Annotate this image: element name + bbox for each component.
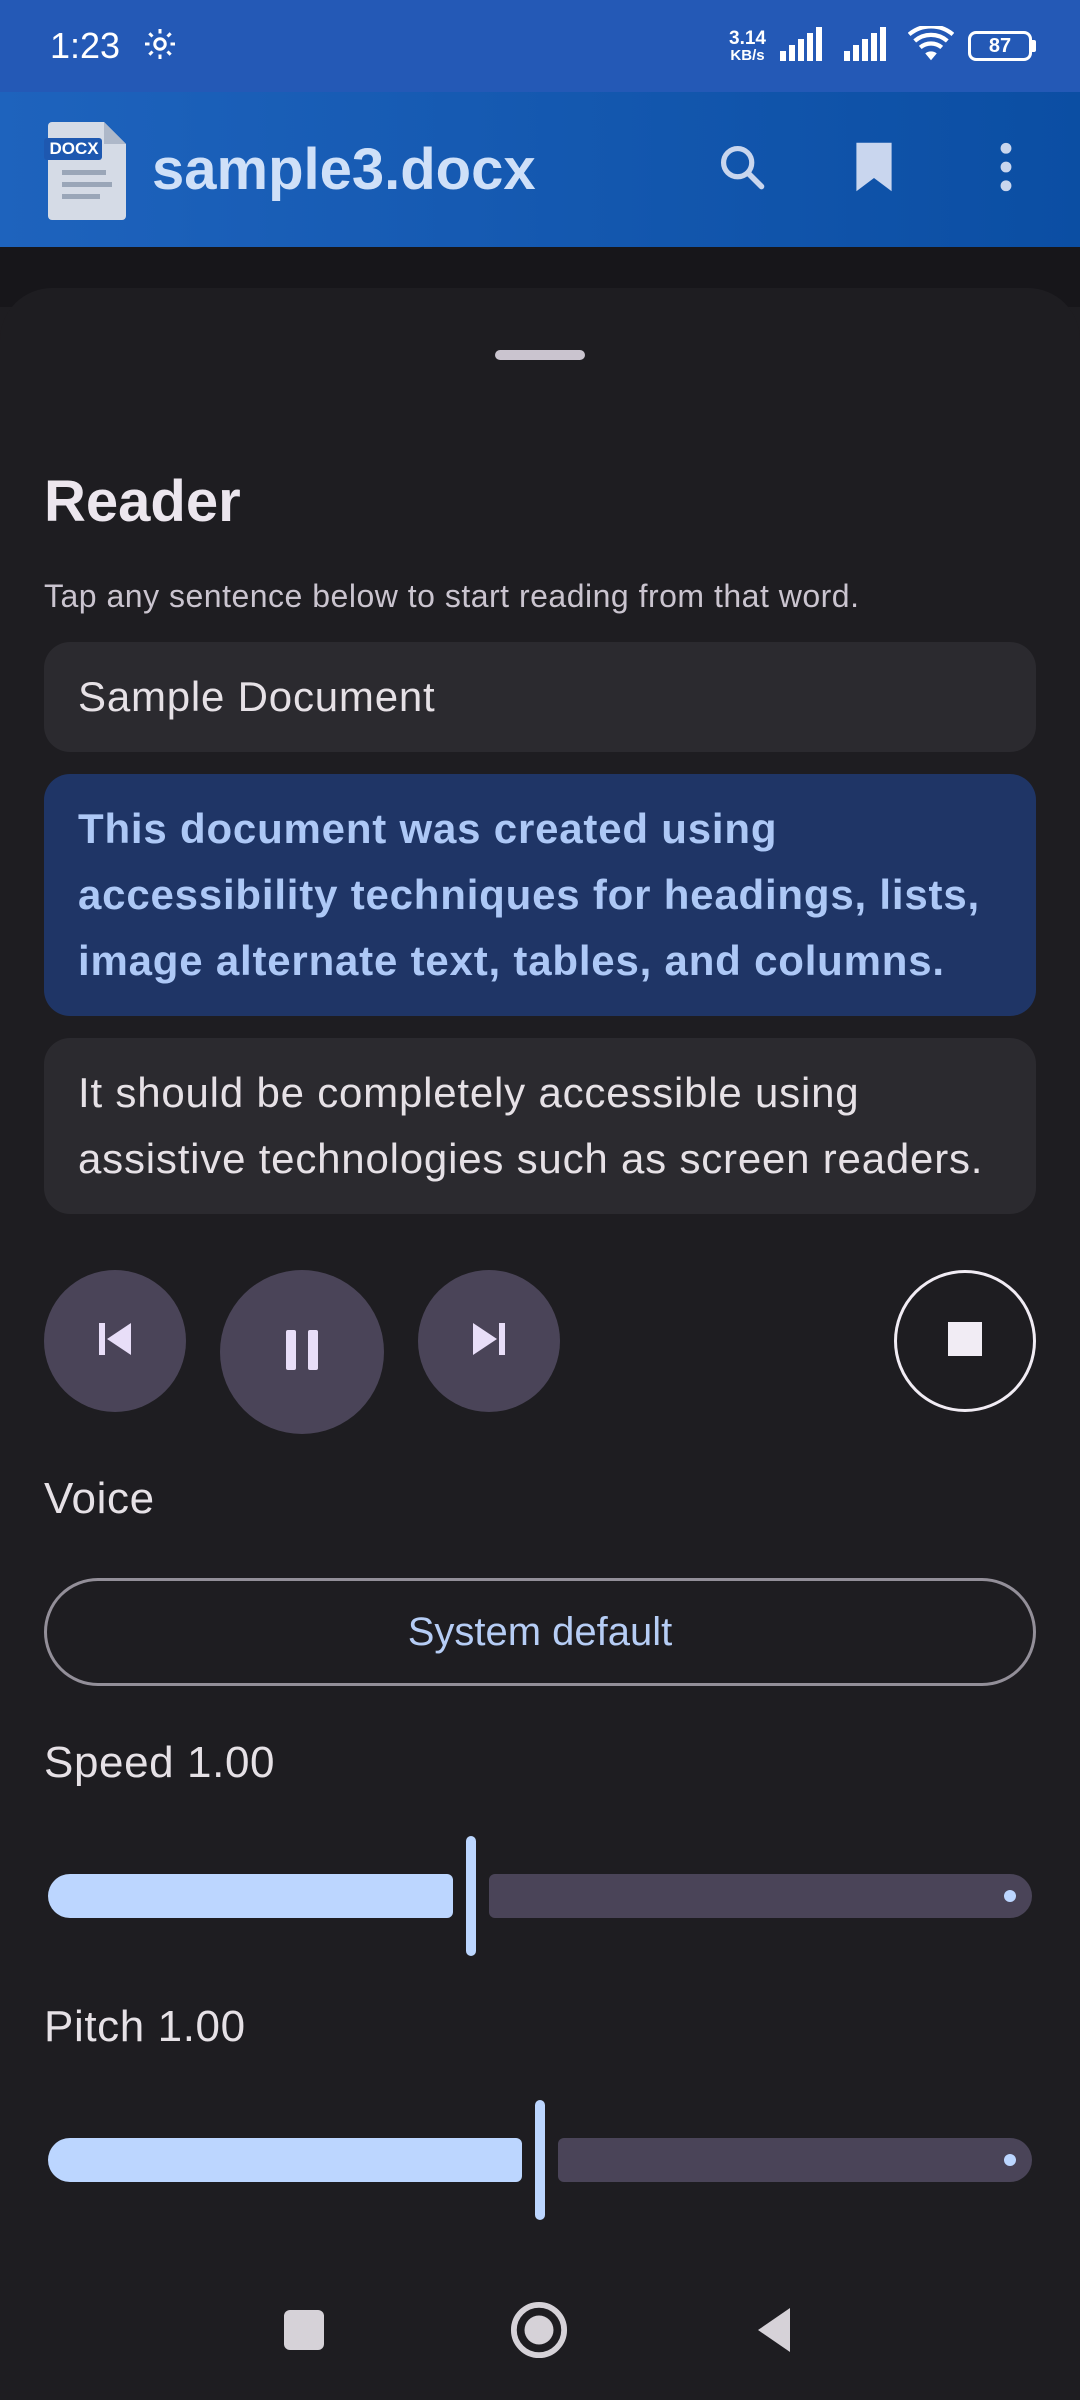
speed-slider-stop-indicator — [1004, 1890, 1016, 1902]
sentence-list[interactable]: Sample Document This document was create… — [44, 642, 1036, 1234]
app-bar-actions — [712, 140, 1036, 200]
pause-icon — [282, 1328, 322, 1377]
voice-selected-value: System default — [407, 1609, 673, 1654]
status-left: 1:23 — [50, 25, 178, 67]
sentence-item[interactable]: It should be completely accessible using… — [44, 1038, 1036, 1214]
speed-slider-thumb[interactable] — [466, 1836, 476, 1956]
docx-file-icon-label: DOCX — [49, 138, 99, 158]
speed-slider-active-track — [48, 1874, 453, 1918]
skip-next-icon — [469, 1319, 509, 1364]
more-options-button[interactable] — [976, 140, 1036, 200]
reader-title: Reader — [44, 469, 241, 534]
sentence-item-active[interactable]: This document was created using accessib… — [44, 774, 1036, 1016]
pitch-slider-active-track — [48, 2138, 522, 2182]
recents-button[interactable] — [244, 2265, 364, 2400]
docx-file-icon: DOCX — [44, 118, 130, 222]
settings-gear-icon — [142, 26, 178, 67]
bookmark-button[interactable] — [844, 140, 904, 200]
speed-slider-inactive-track — [489, 1874, 1032, 1918]
search-button[interactable] — [712, 140, 772, 200]
more-vert-icon — [999, 142, 1013, 197]
stop-button[interactable] — [894, 1270, 1036, 1412]
wifi-icon — [907, 23, 955, 67]
speed-slider[interactable] — [44, 1836, 1036, 1956]
bookmark-icon — [852, 140, 896, 199]
network-speed-value: 3.14 — [729, 28, 766, 49]
search-icon — [716, 141, 768, 198]
home-icon — [510, 2301, 568, 2364]
recents-icon — [284, 2310, 324, 2355]
battery-level: 87 — [968, 31, 1032, 61]
pitch-label: Pitch 1.00 — [44, 2002, 246, 2051]
next-button[interactable] — [418, 1270, 560, 1412]
status-right: 3.14 KB/s 87 — [729, 23, 1036, 67]
pitch-slider-inactive-track — [558, 2138, 1032, 2182]
pitch-slider[interactable] — [44, 2100, 1036, 2220]
status-time: 1:23 — [50, 25, 121, 66]
sentence-item[interactable]: Sample Document — [44, 642, 1036, 752]
skip-previous-icon — [95, 1319, 135, 1364]
home-button[interactable] — [479, 2265, 599, 2400]
network-speed: 3.14 KB/s — [729, 29, 766, 63]
pause-button[interactable] — [220, 1270, 384, 1434]
network-speed-unit: KB/s — [730, 47, 765, 64]
speed-label: Speed 1.00 — [44, 1738, 276, 1787]
voice-label: Voice — [44, 1474, 155, 1523]
back-button[interactable] — [714, 2265, 834, 2400]
voice-selector-button[interactable]: System default — [44, 1578, 1036, 1686]
back-icon — [753, 2306, 795, 2359]
pitch-slider-thumb[interactable] — [535, 2100, 545, 2220]
app-bar: DOCX sample3.docx — [0, 92, 1080, 247]
document-title: sample3.docx — [152, 137, 536, 202]
system-navigation-bar — [0, 2265, 1080, 2400]
status-bar: 1:23 3.14 KB/s 87 — [0, 0, 1080, 92]
battery-tip — [1032, 40, 1036, 52]
drag-handle[interactable] — [495, 350, 585, 360]
stop-icon — [948, 1321, 982, 1361]
previous-button[interactable] — [44, 1270, 186, 1412]
pitch-slider-stop-indicator — [1004, 2154, 1016, 2166]
battery-indicator: 87 — [968, 31, 1036, 61]
cellular-signal-icon — [780, 26, 830, 66]
reader-instructions: Tap any sentence below to start reading … — [44, 578, 860, 614]
cellular-signal-2-icon — [844, 26, 894, 66]
reader-bottom-sheet: Reader Tap any sentence below to start r… — [0, 288, 1080, 2265]
